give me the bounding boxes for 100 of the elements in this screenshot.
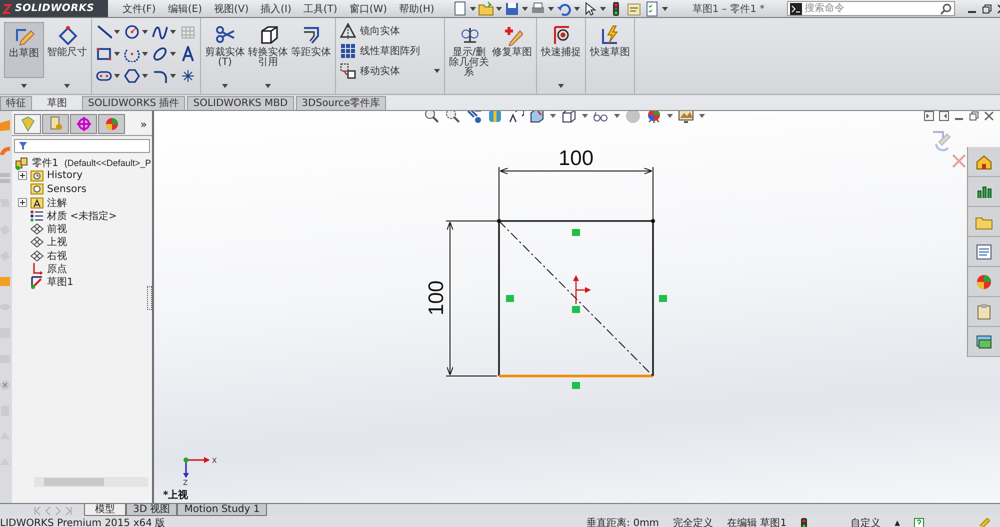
menu-item[interactable]: 编辑(E) xyxy=(168,2,202,16)
fillet-icon[interactable] xyxy=(152,68,168,84)
menu-item[interactable]: 窗口(W) xyxy=(349,2,388,16)
save-icon[interactable] xyxy=(504,0,520,16)
dropdown-caret-icon[interactable] xyxy=(699,114,705,118)
menu-item[interactable]: 帮助(H) xyxy=(399,2,434,16)
open-folder-icon[interactable] xyxy=(478,0,494,16)
dropdown-caret-icon[interactable] xyxy=(548,6,554,10)
expand-panel-button[interactable]: » xyxy=(140,118,150,130)
ellipse-icon[interactable] xyxy=(152,46,168,62)
panel-tab[interactable] xyxy=(42,114,69,134)
ribbon-button[interactable]: 修复草图 xyxy=(492,22,532,60)
dropdown-caret-icon[interactable] xyxy=(496,6,502,10)
tile-right-icon[interactable] xyxy=(939,111,949,121)
ribbon-tab[interactable]: 特征 xyxy=(0,96,32,110)
task-pane-tab[interactable] xyxy=(968,327,1000,357)
dropdown-caret-icon[interactable] xyxy=(558,84,564,88)
dropdown-caret-icon[interactable] xyxy=(142,52,148,56)
restore-icon[interactable] xyxy=(969,111,979,121)
menu-item[interactable]: 文件(F) xyxy=(122,2,156,16)
checklist-icon[interactable] xyxy=(644,0,660,16)
dropdown-caret-icon[interactable] xyxy=(522,6,528,10)
dropdown-caret-icon[interactable] xyxy=(142,74,148,78)
dropdown-caret-icon[interactable] xyxy=(64,84,70,88)
dropdown-caret-icon[interactable] xyxy=(434,69,440,73)
dropdown-caret-icon[interactable] xyxy=(170,52,176,56)
tab[interactable]: 3D 视图 xyxy=(126,504,178,516)
zoom-area-icon[interactable] xyxy=(445,111,461,124)
tree-item[interactable]: Sensors xyxy=(47,184,86,195)
tree-item[interactable]: 上视 xyxy=(47,235,67,250)
tree-item[interactable]: 材质 <未指定> xyxy=(47,208,117,223)
units-button[interactable]: 自定义 xyxy=(850,516,881,527)
tab[interactable]: Motion Study 1 xyxy=(177,504,267,516)
dropdown-caret-icon[interactable] xyxy=(170,30,176,34)
tree-item[interactable]: 注解 xyxy=(47,196,67,210)
view-orientation-icon[interactable] xyxy=(529,111,545,124)
zoom-fit-icon[interactable] xyxy=(424,111,440,124)
expand-icon[interactable] xyxy=(18,198,27,208)
tree-item[interactable]: 右视 xyxy=(47,248,67,263)
dropdown-caret-icon[interactable] xyxy=(114,74,120,78)
ribbon-button[interactable]: 镜向实体 xyxy=(340,23,400,39)
task-pane-tab[interactable] xyxy=(968,297,1000,327)
paperclip-icon[interactable] xyxy=(978,518,990,527)
previous-view-icon[interactable] xyxy=(466,111,482,124)
ribbon-button[interactable]: 显示/删除几何关系 xyxy=(449,22,489,80)
ribbon-tab[interactable]: SOLIDWORKS MBD xyxy=(187,96,294,110)
tree-item[interactable]: 零件1 xyxy=(32,156,58,170)
dropdown-caret-icon[interactable] xyxy=(662,6,668,10)
ribbon-button[interactable]: 等距实体 xyxy=(291,22,331,60)
panel-tab[interactable] xyxy=(14,114,41,134)
splitter-handle[interactable] xyxy=(147,286,152,310)
search-box[interactable]: 搜索命令 xyxy=(786,1,955,16)
dropdown-caret-icon[interactable] xyxy=(667,114,673,118)
dropdown-caret-icon[interactable] xyxy=(222,84,228,88)
search-field[interactable]: 搜索命令 xyxy=(804,2,937,14)
ribbon-tab[interactable]: SOLIDWORKS 插件 xyxy=(82,96,186,110)
close-icon[interactable] xyxy=(984,111,994,121)
menu-item[interactable]: 插入(I) xyxy=(260,2,292,16)
slot-icon[interactable] xyxy=(96,68,112,84)
menu-item[interactable]: 视图(V) xyxy=(214,2,249,16)
ribbon-button[interactable]: 移动实体 xyxy=(340,63,400,79)
ribbon-button[interactable]: 剪裁实体(T) xyxy=(205,22,245,70)
polygon-icon[interactable] xyxy=(124,68,140,84)
ribbon-button[interactable]: 线性草图阵列 xyxy=(340,43,420,59)
point-icon[interactable] xyxy=(180,68,196,84)
tab[interactable]: 模型 xyxy=(84,504,126,516)
filter-field[interactable] xyxy=(14,139,150,153)
ribbon-button[interactable]: 转换实体引用 xyxy=(248,22,288,70)
ribbon-button[interactable]: 快速草图 xyxy=(590,22,630,60)
tree-item[interactable]: 前视 xyxy=(47,222,67,236)
display-style-cube-icon[interactable] xyxy=(561,111,577,124)
menu-item[interactable]: 工具(T) xyxy=(303,2,338,16)
tree-item[interactable]: 草图1 xyxy=(47,275,74,290)
panel-tab[interactable] xyxy=(70,114,97,134)
task-pane-tab[interactable] xyxy=(968,147,1000,177)
dropdown-caret-icon[interactable] xyxy=(550,114,556,118)
rectangle-icon[interactable] xyxy=(96,46,112,62)
tree-item[interactable]: 原点 xyxy=(47,262,67,276)
dropdown-caret-icon[interactable] xyxy=(114,52,120,56)
glasses-icon[interactable] xyxy=(593,111,609,124)
dropdown-caret-icon[interactable] xyxy=(614,114,620,118)
search-icon[interactable] xyxy=(940,2,952,14)
dropdown-caret-icon[interactable] xyxy=(265,84,271,88)
ribbon-button[interactable]: 智能尺寸 xyxy=(47,22,87,60)
restore-icon[interactable] xyxy=(982,4,992,14)
dropdown-caret-icon[interactable] xyxy=(170,74,176,78)
dropdown-caret-icon[interactable] xyxy=(574,6,580,10)
cross-icon[interactable] xyxy=(0,379,10,391)
line-icon[interactable] xyxy=(96,24,112,40)
text-icon[interactable] xyxy=(180,46,196,62)
dropdown-caret-icon[interactable] xyxy=(582,114,588,118)
dynamic-annotation-icon[interactable] xyxy=(508,111,524,124)
circle-icon[interactable] xyxy=(124,24,140,40)
options-icon[interactable] xyxy=(626,0,642,16)
new-document-icon[interactable] xyxy=(452,0,468,16)
task-pane-tab[interactable] xyxy=(968,177,1000,207)
section-view-icon[interactable] xyxy=(487,111,503,124)
dropdown-caret-icon[interactable] xyxy=(470,6,476,10)
ribbon-button[interactable]: 快速捕捉 xyxy=(541,22,581,60)
expand-icon[interactable] xyxy=(18,171,27,180)
